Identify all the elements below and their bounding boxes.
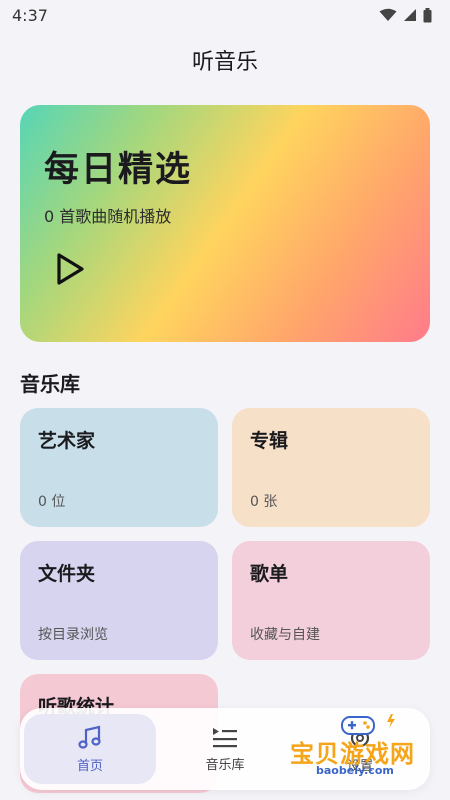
play-button[interactable] xyxy=(50,249,90,289)
play-icon xyxy=(57,253,84,285)
card-title: 文件夹 xyxy=(38,563,96,585)
card-subtitle: 收藏与自建 xyxy=(250,627,320,643)
daily-picks-card[interactable]: 每日精选 0 首歌曲随机播放 xyxy=(20,105,430,342)
nav-label: 音乐库 xyxy=(205,757,245,773)
status-icons xyxy=(379,7,432,23)
card-subtitle: 0 张 xyxy=(250,494,278,510)
music-note-icon xyxy=(78,725,101,749)
card-subtitle: 0 位 xyxy=(38,494,66,510)
library-card-artists[interactable]: 艺术家 0 位 xyxy=(20,408,218,527)
library-section-title: 音乐库 xyxy=(20,372,80,396)
nav-item-home[interactable]: 首页 xyxy=(24,714,156,784)
watermark: 宝贝游戏网 baobeiy.com xyxy=(286,712,436,784)
card-title: 艺术家 xyxy=(38,430,96,452)
list-icon xyxy=(213,727,237,747)
daily-picks-title: 每日精选 xyxy=(44,150,193,190)
battery-icon xyxy=(423,7,432,22)
status-time: 4:37 xyxy=(12,5,48,25)
watermark-url: baobeiy.com xyxy=(316,764,394,777)
card-subtitle: 按目录浏览 xyxy=(38,627,108,643)
card-title: 歌单 xyxy=(250,563,289,585)
nav-item-library[interactable]: 音乐库 xyxy=(159,714,291,784)
page-title: 听音乐 xyxy=(191,50,258,75)
library-card-albums[interactable]: 专辑 0 张 xyxy=(232,408,430,527)
signal-icon xyxy=(404,9,416,21)
spark-icon xyxy=(387,714,395,728)
status-bar: 4:37 xyxy=(0,0,450,30)
card-title: 专辑 xyxy=(250,430,289,452)
library-card-folders[interactable]: 文件夹 按目录浏览 xyxy=(20,541,218,660)
daily-picks-subtitle: 0 首歌曲随机播放 xyxy=(44,207,172,226)
wifi-icon xyxy=(379,8,397,21)
nav-label: 首页 xyxy=(76,758,103,774)
library-card-playlists[interactable]: 歌单 收藏与自建 xyxy=(232,541,430,660)
